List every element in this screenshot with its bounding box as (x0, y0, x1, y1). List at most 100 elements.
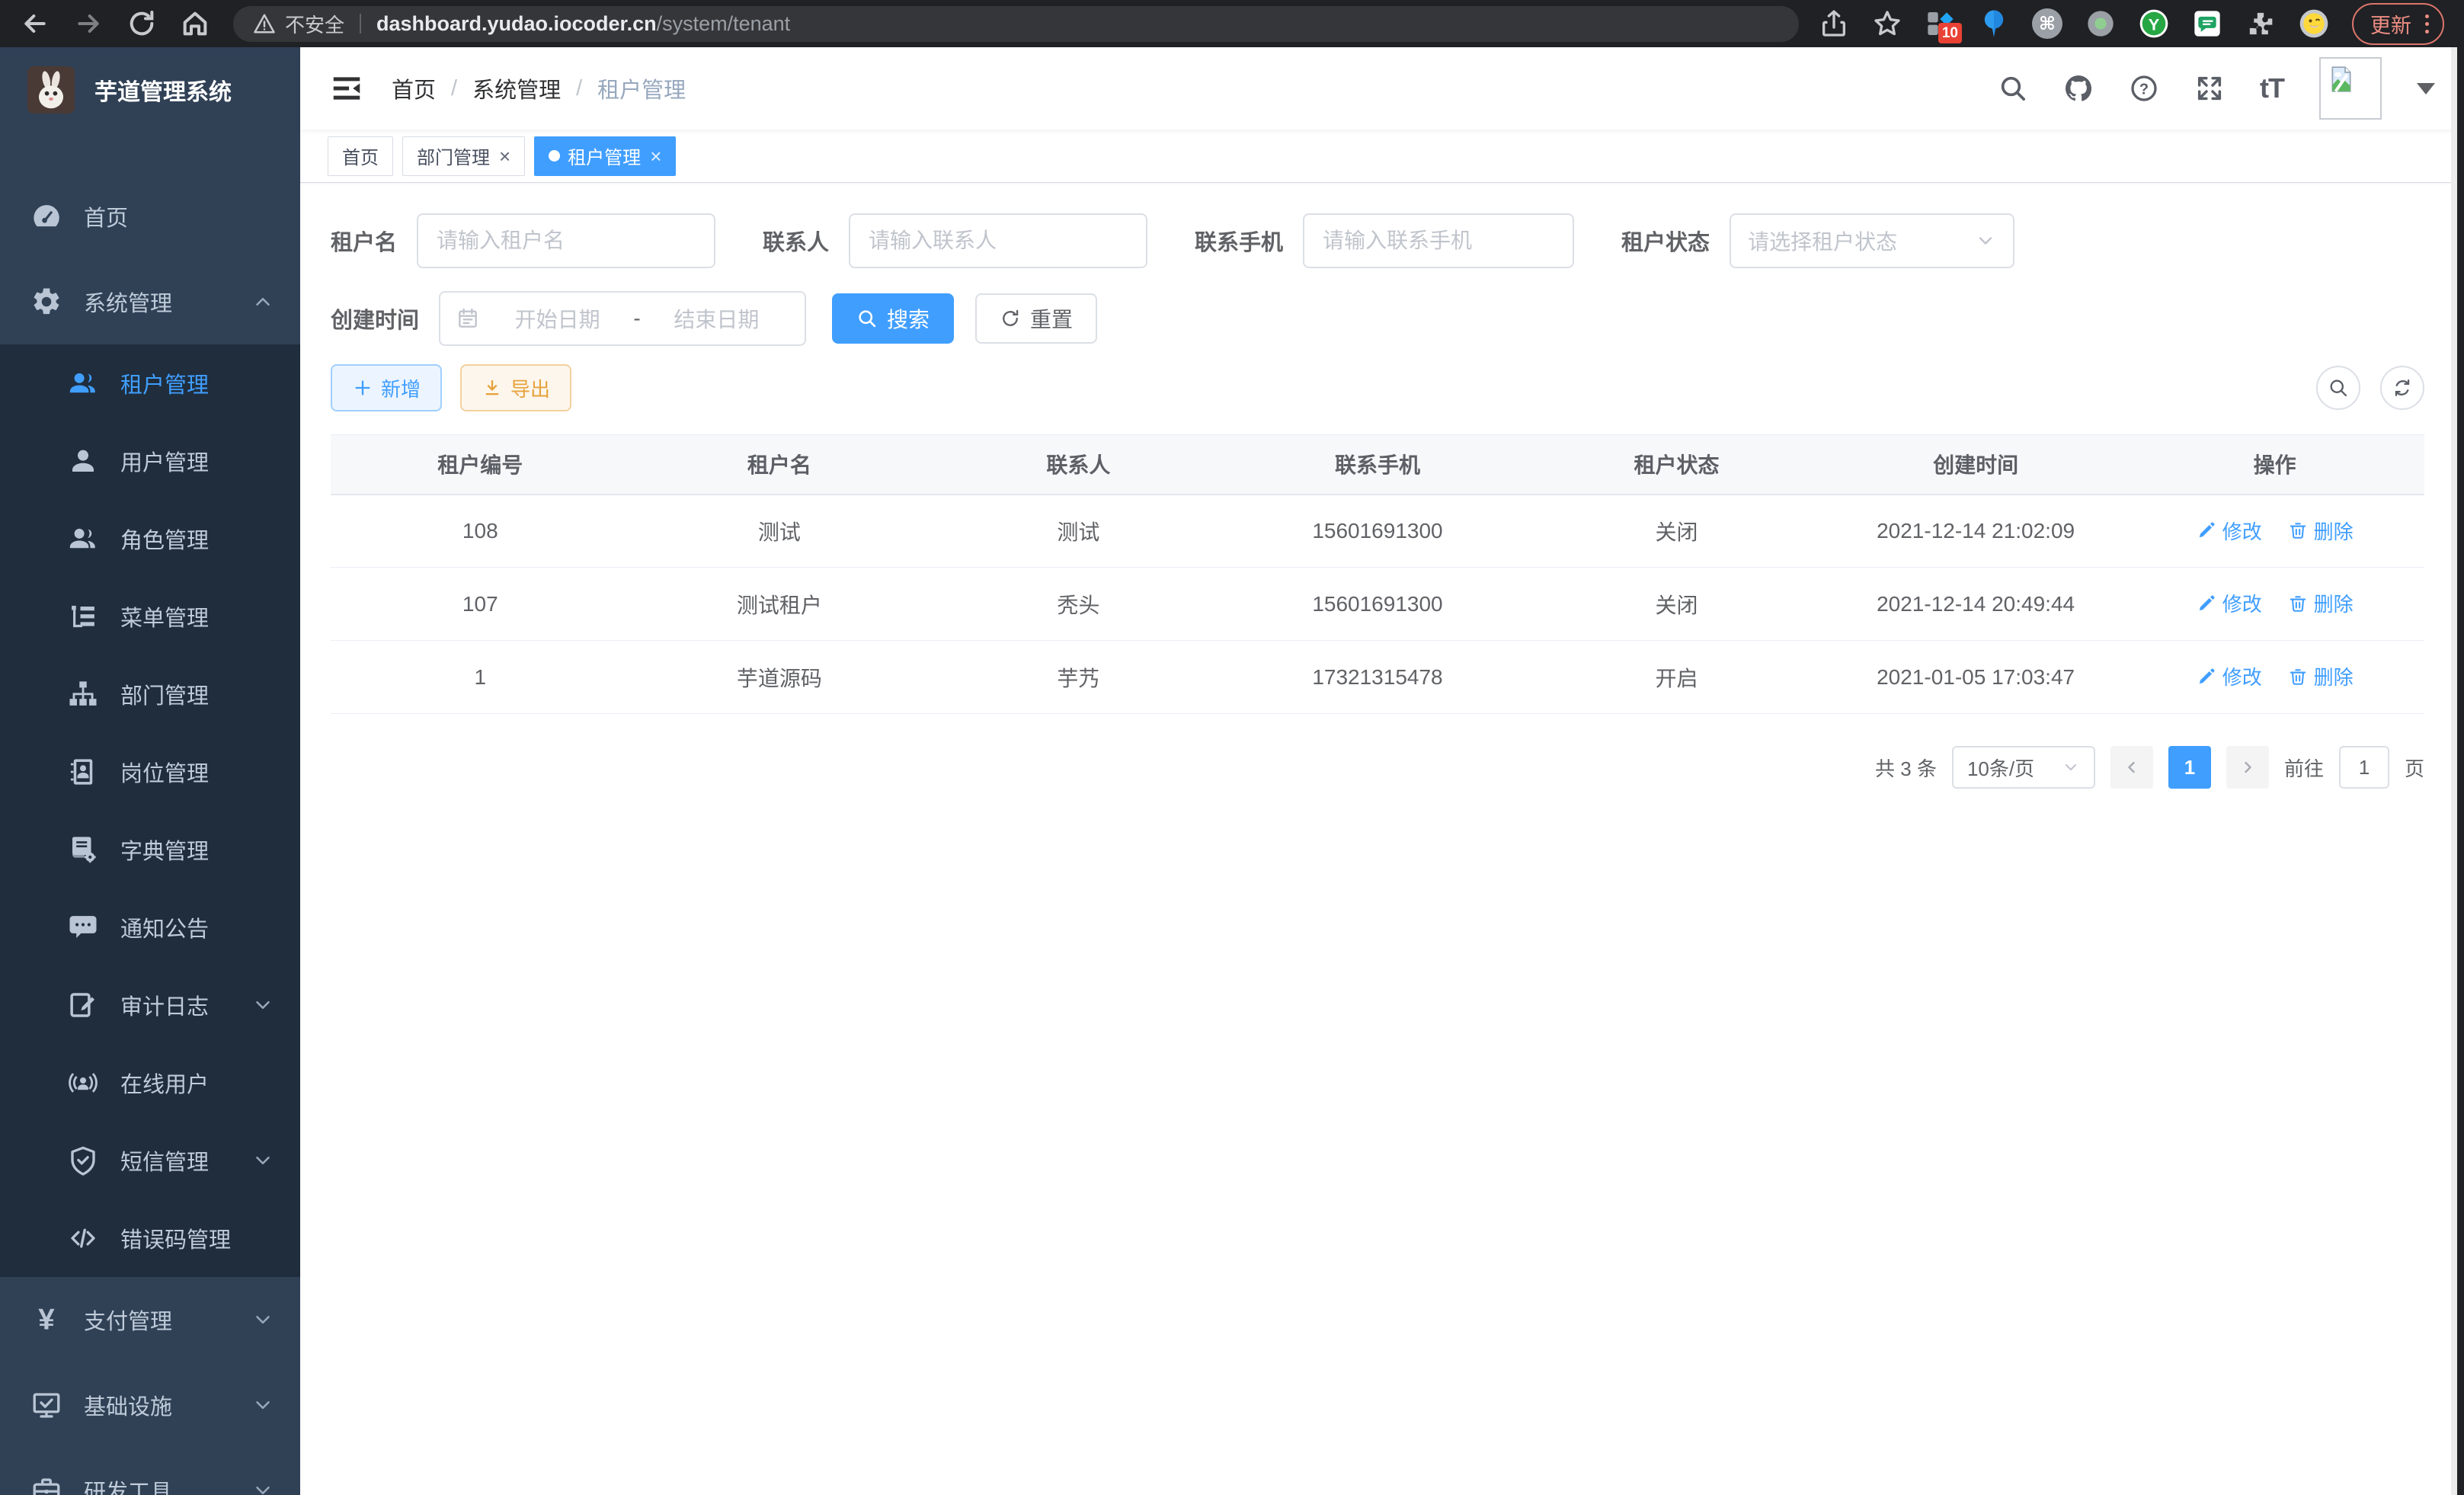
start-date-placeholder: 开始日期 (485, 303, 630, 334)
export-button[interactable]: 导出 (460, 364, 571, 411)
edit-log-icon (67, 989, 99, 1021)
edit-link[interactable]: 修改 (2197, 589, 2262, 617)
calendar-icon (456, 306, 480, 331)
help-icon[interactable]: ? (2129, 73, 2159, 104)
prev-page-button[interactable] (2110, 746, 2153, 789)
col-created: 创建时间 (1826, 435, 2126, 495)
show-search-toggle-button[interactable] (2316, 366, 2360, 410)
trash-icon (2288, 594, 2308, 613)
date-separator: - (630, 306, 643, 331)
tag-dept[interactable]: 部门管理 × (402, 136, 525, 176)
sidebar-item-menu[interactable]: 菜单管理 (0, 578, 300, 655)
sidebar-item-system[interactable]: 系统管理 (0, 259, 300, 344)
next-page-button[interactable] (2226, 746, 2269, 789)
refresh-table-button[interactable] (2380, 366, 2424, 410)
reset-button[interactable]: 重置 (975, 293, 1097, 344)
profile-avatar-icon[interactable] (2299, 8, 2329, 39)
sidebar-item-post[interactable]: 岗位管理 (0, 733, 300, 811)
edit-link[interactable]: 修改 (2197, 662, 2262, 690)
extensions-puzzle-icon[interactable] (2245, 8, 2276, 39)
extension-badge: 10 (1938, 23, 1962, 43)
browser-home-icon[interactable] (180, 8, 210, 39)
sidebar-item-label: 岗位管理 (120, 756, 209, 788)
browser-reload-icon[interactable] (126, 8, 157, 39)
delete-link[interactable]: 删除 (2288, 589, 2354, 617)
breadcrumb-home[interactable]: 首页 (392, 72, 436, 104)
sidebar-item-notice[interactable]: 通知公告 (0, 888, 300, 966)
page-size-select[interactable]: 10条/页 (1952, 746, 2095, 789)
sidebar-item-online-users[interactable]: 在线用户 (0, 1044, 300, 1122)
sidebar-item-dict[interactable]: 字典管理 (0, 811, 300, 888)
breadcrumb-separator: / (576, 76, 582, 101)
browser-update-button[interactable]: 更新 (2352, 3, 2444, 45)
breadcrumb-current: 租户管理 (597, 72, 686, 104)
avatar[interactable] (2319, 57, 2382, 120)
tag-close-icon[interactable]: × (650, 146, 661, 166)
sidebar-item-role[interactable]: 角色管理 (0, 500, 300, 578)
create-time-range-picker[interactable]: 开始日期 - 结束日期 (439, 291, 806, 346)
sidebar-item-pay[interactable]: ¥ 支付管理 (0, 1277, 300, 1362)
status-select[interactable]: 请选择租户状态 (1730, 213, 2014, 268)
extension-dot-icon[interactable] (2085, 8, 2116, 39)
refresh-icon (1000, 308, 1021, 329)
extension-balloon-icon[interactable] (1979, 8, 2009, 39)
mobile-input[interactable] (1303, 213, 1574, 268)
bookmark-star-icon[interactable] (1872, 8, 1902, 39)
delete-link[interactable]: 删除 (2288, 662, 2354, 690)
pagination: 共 3 条 10条/页 1 前往 页 (331, 746, 2424, 789)
sidebar-item-label: 短信管理 (120, 1144, 209, 1176)
sidebar-item-error-code[interactable]: 错误码管理 (0, 1199, 300, 1277)
font-size-icon[interactable]: tT (2260, 72, 2284, 104)
sidebar-item-home[interactable]: 首页 (0, 174, 300, 259)
sidebar-item-label: 部门管理 (120, 678, 209, 710)
plus-icon (352, 377, 373, 399)
tag-home[interactable]: 首页 (328, 136, 393, 176)
sidebar-item-sms[interactable]: 短信管理 (0, 1122, 300, 1199)
svg-text:Y: Y (2149, 14, 2160, 34)
github-icon[interactable] (2063, 73, 2094, 104)
hamburger-icon[interactable] (329, 71, 364, 106)
col-tenant-name: 租户名 (630, 435, 930, 495)
sidebar-item-dept[interactable]: 部门管理 (0, 655, 300, 733)
extension-tiles-icon[interactable]: 10 (1925, 8, 1956, 39)
col-status: 租户状态 (1527, 435, 1826, 495)
header-search-icon[interactable] (1998, 73, 2028, 104)
search-button[interactable]: 搜索 (832, 293, 954, 344)
page-number-1[interactable]: 1 (2168, 746, 2211, 789)
share-icon[interactable] (1819, 8, 1849, 39)
goto-page-input[interactable] (2339, 746, 2389, 789)
address-bar[interactable]: 不安全 dashboard.yudao.iocoder.cn/system/te… (233, 6, 1799, 42)
tree-menu-icon (67, 600, 99, 632)
edit-link[interactable]: 修改 (2197, 517, 2262, 545)
extension-chat-icon[interactable] (2192, 8, 2222, 39)
user-icon (67, 445, 99, 477)
browser-menu-icon[interactable] (2425, 14, 2429, 34)
tag-tenant[interactable]: 租户管理 × (534, 136, 676, 176)
tenant-name-input[interactable] (417, 213, 715, 268)
cell-status: 关闭 (1527, 568, 1826, 641)
fullscreen-icon[interactable] (2194, 73, 2225, 104)
sidebar-item-infra[interactable]: 基础设施 (0, 1362, 300, 1448)
sidebar-item-label: 字典管理 (120, 834, 209, 866)
delete-link[interactable]: 删除 (2288, 517, 2354, 545)
contact-input[interactable] (849, 213, 1147, 268)
breadcrumb-system[interactable]: 系统管理 (472, 72, 561, 104)
sidebar-item-user[interactable]: 用户管理 (0, 422, 300, 500)
browser-forward-icon[interactable] (73, 8, 104, 39)
extension-y-icon[interactable]: Y (2139, 8, 2169, 39)
tag-close-icon[interactable]: × (499, 146, 510, 166)
browser-back-icon[interactable] (20, 8, 50, 39)
contact-label: 联系人 (763, 225, 829, 257)
sidebar-logo[interactable]: 芋道管理系统 (0, 47, 300, 133)
extension-command-icon[interactable]: ⌘ (2032, 8, 2062, 39)
sidebar-item-tenant[interactable]: 租户管理 (0, 344, 300, 422)
chevron-down-icon (251, 994, 274, 1016)
table-header-row: 租户编号 租户名 联系人 联系手机 租户状态 创建时间 操作 (331, 435, 2424, 495)
avatar-caret-icon[interactable] (2417, 83, 2435, 94)
sidebar-item-audit-log[interactable]: 审计日志 (0, 966, 300, 1044)
sidebar-item-label: 租户管理 (120, 367, 209, 399)
create-time-label: 创建时间 (331, 303, 419, 335)
sidebar-item-devtools[interactable]: 研发工具 (0, 1448, 300, 1495)
add-button[interactable]: 新增 (331, 364, 442, 411)
pencil-icon (2197, 667, 2216, 687)
